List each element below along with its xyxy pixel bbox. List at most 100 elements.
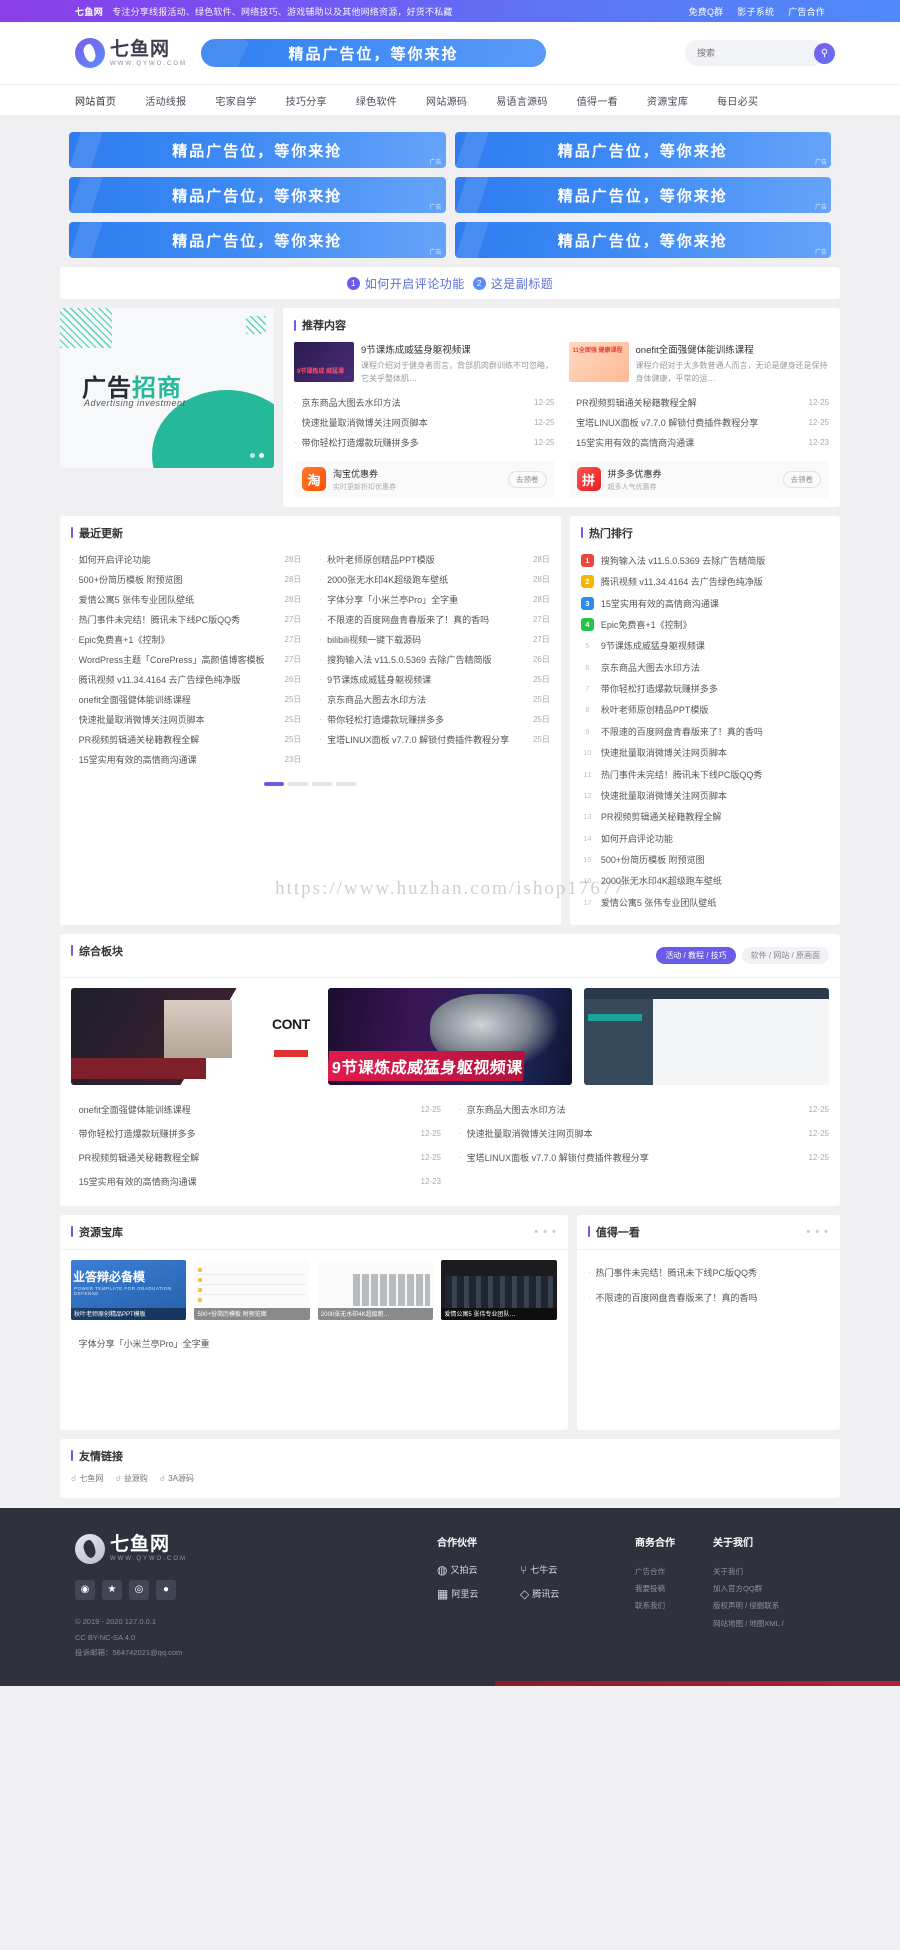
nav-item-sourcecode[interactable]: 网站源码 bbox=[426, 93, 483, 108]
resource-thumb-1[interactable]: 业答辩必备模 POWER TEMPLATE FOR GRADUATION DEF… bbox=[71, 1259, 187, 1320]
partner-aliyun[interactable]: ▦ 阿里云 bbox=[437, 1587, 514, 1601]
site-logo[interactable]: 七鱼网 WWW.QYWO.COM bbox=[75, 38, 187, 68]
ranking-row[interactable]: 7 带你轻松打造爆款玩赚拼多多 bbox=[581, 678, 829, 699]
nav-item-selfstudy[interactable]: 宅家自学 bbox=[215, 93, 272, 108]
list-item[interactable]: · Epic免费喜+1《控制》 27日 bbox=[71, 630, 301, 650]
ranking-row[interactable]: 6 京东商品大图去水印方法 bbox=[581, 656, 829, 677]
list-item[interactable]: · 京东商品大图去水印方法 12-25 bbox=[459, 1098, 829, 1122]
list-item[interactable]: · 带你轻松打造爆款玩赚拼多多 12-25 bbox=[71, 1122, 441, 1146]
list-item[interactable]: · 不限速的百度网盘青春版来了！真的香吗 27日 bbox=[319, 610, 549, 630]
friend-link-2[interactable]: ☌ 益源购 bbox=[115, 1473, 147, 1484]
partner-upyun[interactable]: ◍ 又拍云 bbox=[437, 1563, 514, 1577]
list-item[interactable]: · 宝塔LINUX面板 v7.7.0 解锁付费插件教程分享 12-25 bbox=[459, 1146, 829, 1170]
ranking-row[interactable]: 3 15堂实用有效的高情商沟通课 bbox=[580, 592, 829, 613]
list-item[interactable]: · 15堂实用有效的高情商沟通课 12-23 bbox=[71, 1170, 441, 1194]
search-box[interactable]: ⚲ bbox=[685, 40, 835, 66]
star-icon[interactable]: ★ bbox=[102, 1579, 122, 1600]
list-item[interactable]: · WordPress主题「CorePress」高颜值博客模板 27日 bbox=[71, 650, 301, 670]
list-item[interactable]: · onefit全面强健体能训练课程 25日 bbox=[71, 690, 301, 710]
list-item[interactable]: · PR视频剪辑通关秘籍教程全解 12-25 bbox=[71, 1146, 441, 1170]
list-item[interactable]: · 字体分享「小米兰亭Pro」全字重 bbox=[71, 1334, 557, 1354]
list-item[interactable]: · 带你轻松打造爆款玩赚拼多多 12-25 bbox=[294, 433, 555, 453]
resource-thumb-3[interactable]: 2000张无水印4K超级跑… bbox=[317, 1259, 434, 1320]
search-icon[interactable]: ⚲ bbox=[814, 42, 835, 64]
list-item[interactable]: · 500+份简历模板 附预览图 28日 bbox=[71, 570, 301, 590]
friend-link-1[interactable]: ☌ 七鱼网 bbox=[71, 1473, 103, 1484]
coupon-taobao-button[interactable]: 去领卷 bbox=[508, 470, 547, 488]
slider-dot-1[interactable] bbox=[250, 453, 255, 458]
nav-item-resources[interactable]: 资源宝库 bbox=[647, 93, 704, 108]
ranking-row[interactable]: 13 PR视频剪辑通关秘籍教程全解 bbox=[581, 806, 829, 827]
headline-item-1[interactable]: 1 如何开启评论功能 bbox=[346, 275, 465, 292]
updates-pager[interactable] bbox=[71, 781, 550, 786]
list-item[interactable]: · 爱情公寓5 张伟专业团队壁纸 28日 bbox=[71, 590, 301, 610]
list-item[interactable]: · 不限速的百度网盘青春版来了！真的香吗 bbox=[588, 1285, 829, 1310]
list-item[interactable]: · 宝塔LINUX面板 v7.7.0 解锁付费插件教程分享 12-25 bbox=[569, 413, 830, 433]
topbar-link-ads[interactable]: 广告合作 bbox=[788, 5, 825, 18]
friend-link-3[interactable]: ☌ 3A源码 bbox=[160, 1473, 194, 1484]
partner-qiniu[interactable]: ⑂ 七牛云 bbox=[520, 1563, 597, 1577]
qq-icon[interactable]: ● bbox=[156, 1579, 176, 1600]
ranking-row[interactable]: 5 9节课炼成威猛身躯视频课 bbox=[581, 635, 829, 656]
ranking-row[interactable]: 2 腾讯视频 v11.34.4164 去广告绿色纯净版 bbox=[580, 571, 829, 592]
ranking-row[interactable]: 4 Epic免费喜+1《控制》 bbox=[580, 614, 829, 635]
weibo-icon[interactable]: ◎ bbox=[129, 1579, 149, 1600]
ad-banner-3[interactable]: 精品广告位，等你来抢 广告 bbox=[69, 177, 446, 213]
list-item[interactable]: · 宝塔LINUX面板 v7.7.0 解锁付费插件教程分享 25日 bbox=[319, 730, 549, 750]
comprehensive-thumb-1[interactable] bbox=[71, 987, 316, 1085]
partner-tencentcloud[interactable]: ◇ 腾讯云 bbox=[520, 1587, 597, 1601]
list-item[interactable]: · PR视频剪辑通关秘籍教程全解 25日 bbox=[71, 730, 301, 750]
pager-dot-2[interactable] bbox=[288, 781, 309, 786]
list-item[interactable]: · 15堂实用有效的高情商沟通课 23日 bbox=[71, 750, 301, 770]
list-item[interactable]: · 快速批量取消微博关注网页脚本 12-25 bbox=[459, 1122, 829, 1146]
list-item[interactable]: · 秋叶老师原创精品PPT模版 28日 bbox=[319, 550, 549, 570]
ad-banner-5[interactable]: 精品广告位，等你来抢 广告 bbox=[69, 222, 446, 258]
nav-item-software[interactable]: 绿色软件 bbox=[356, 93, 413, 108]
ranking-row[interactable]: 15 500+份简历模板 附预览图 bbox=[581, 849, 829, 870]
nav-item-activities[interactable]: 活动线报 bbox=[145, 93, 202, 108]
ranking-row[interactable]: 10 快速批量取消微博关注网页脚本 bbox=[581, 742, 829, 763]
nav-item-home[interactable]: 网站首页 bbox=[75, 93, 132, 108]
nav-item-dailybuy[interactable]: 每日必买 bbox=[717, 93, 774, 108]
footer-logo[interactable]: 七鱼网 WWW.QYWO.COM bbox=[75, 1533, 385, 1564]
recommend-card-2[interactable]: 11全面强 健康课程 onefit全面强健体能训练课程 课程介绍对于大多数普通人… bbox=[568, 342, 830, 386]
slider-dots[interactable] bbox=[250, 453, 264, 458]
list-item[interactable]: · bilibili视频一键下载源码 27日 bbox=[319, 630, 549, 650]
pager-dot-1[interactable] bbox=[264, 781, 285, 786]
ad-banner-2[interactable]: 精品广告位，等你来抢 广告 bbox=[454, 132, 831, 168]
ad-banner-4[interactable]: 精品广告位，等你来抢 广告 bbox=[454, 177, 831, 213]
headline-item-2[interactable]: 2 这是副标题 bbox=[472, 275, 554, 292]
list-item[interactable]: · 带你轻松打造爆款玩赚拼多多 25日 bbox=[319, 710, 549, 730]
nav-item-epl-source[interactable]: 易语言源码 bbox=[496, 93, 564, 108]
header-ad-banner[interactable]: 精品广告位，等你来抢 bbox=[201, 39, 546, 67]
list-item[interactable]: · 2000张无水印4K超级跑车壁纸 28日 bbox=[319, 570, 549, 590]
ranking-row[interactable]: 9 不限速的百度网盘青春版来了！真的香吗 bbox=[581, 721, 829, 742]
ranking-row[interactable]: 12 快速批量取消微博关注网页脚本 bbox=[581, 785, 829, 806]
list-item[interactable]: · 搜狗输入法 v11.5.0.5369 去除广告精简版 26日 bbox=[319, 650, 549, 670]
pager-dot-3[interactable] bbox=[312, 781, 333, 786]
resource-thumb-2[interactable]: 500+份简历模板 附预览图 bbox=[194, 1259, 310, 1320]
list-item[interactable]: · 腾讯视频 v11.34.4164 去广告绿色纯净版 26日 bbox=[71, 670, 301, 690]
comprehensive-thumb-2[interactable]: 9节课炼成威猛身躯视频课 bbox=[327, 987, 573, 1085]
list-item[interactable]: · 9节课炼成威猛身躯视频课 25日 bbox=[319, 670, 549, 690]
list-item[interactable]: · 京东商品大图去水印方法 12-25 bbox=[294, 393, 555, 413]
nav-item-tips[interactable]: 技巧分享 bbox=[286, 93, 343, 108]
coupon-pinduoduo[interactable]: 拼 拼多多优惠券 超多人气优惠券 去领卷 bbox=[568, 460, 829, 498]
search-input[interactable] bbox=[697, 48, 814, 58]
tab-software[interactable]: 软件 / 网站 / 原画面 bbox=[741, 946, 829, 964]
slider-dot-2[interactable] bbox=[259, 453, 264, 458]
worth-more-icon[interactable]: • • • bbox=[806, 1226, 829, 1238]
ranking-row[interactable]: 16 2000张无水印4K超级跑车壁纸 bbox=[581, 870, 829, 891]
footer-business-item-submit[interactable]: 我要投稿 bbox=[635, 1580, 675, 1597]
resource-more-icon[interactable]: • • • bbox=[534, 1226, 557, 1238]
list-item[interactable]: · 15堂实用有效的高情商沟通课 12-23 bbox=[569, 433, 830, 453]
rss-icon[interactable]: ◉ bbox=[75, 1579, 95, 1600]
ranking-row[interactable]: 8 秋叶老师原创精品PPT模版 bbox=[581, 699, 829, 720]
resource-thumb-4[interactable]: 爱情公寓5 张伟专业团队… bbox=[441, 1259, 557, 1320]
comprehensive-thumb-3[interactable] bbox=[584, 987, 829, 1085]
nav-item-worth[interactable]: 值得一看 bbox=[577, 93, 634, 108]
footer-business-item-ads[interactable]: 广告合作 bbox=[635, 1563, 675, 1580]
topbar-link-shadow[interactable]: 影子系统 bbox=[737, 5, 774, 18]
list-item[interactable]: · 京东商品大图去水印方法 25日 bbox=[319, 690, 549, 710]
list-item[interactable]: · 快速批量取消微博关注网页脚本 25日 bbox=[71, 710, 301, 730]
